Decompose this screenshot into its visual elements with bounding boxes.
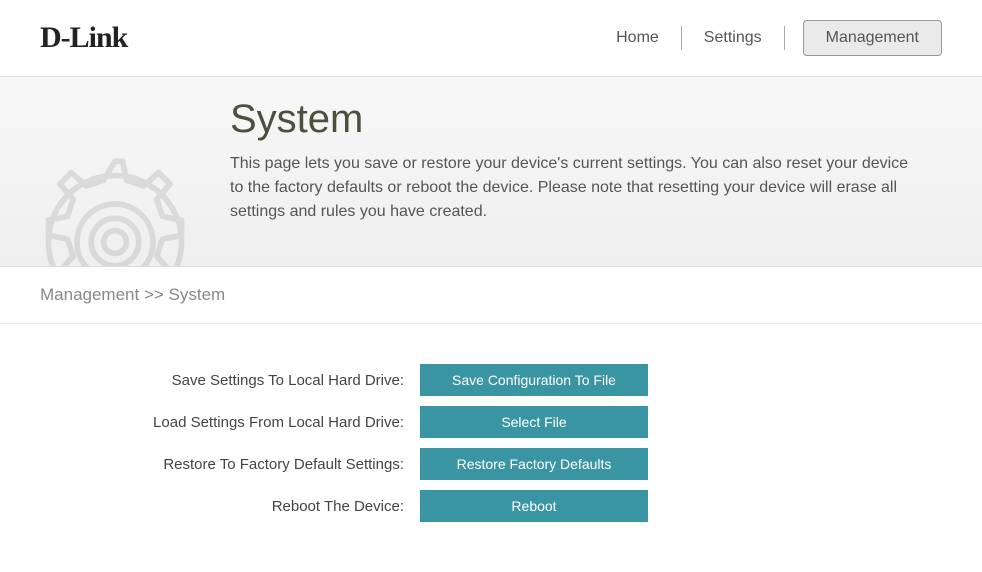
setting-row-save: Save Settings To Local Hard Drive: Save … <box>40 364 942 396</box>
hero: System This page lets you save or restor… <box>0 77 982 267</box>
setting-label: Save Settings To Local Hard Drive: <box>40 372 420 389</box>
nav-home[interactable]: Home <box>594 21 681 55</box>
setting-label: Restore To Factory Default Settings: <box>40 456 420 473</box>
save-configuration-button[interactable]: Save Configuration To File <box>420 364 648 396</box>
setting-label: Reboot The Device: <box>40 498 420 515</box>
page-description: This page lets you save or restore your … <box>230 152 910 224</box>
setting-row-restore: Restore To Factory Default Settings: Res… <box>40 448 942 480</box>
restore-factory-defaults-button[interactable]: Restore Factory Defaults <box>420 448 648 480</box>
header: D-Link Home Settings Management <box>0 0 982 77</box>
hero-content: System This page lets you save or restor… <box>230 97 942 224</box>
gear-icon <box>20 147 210 267</box>
setting-row-load: Load Settings From Local Hard Drive: Sel… <box>40 406 942 438</box>
nav-divider <box>784 26 785 50</box>
nav-settings[interactable]: Settings <box>682 21 784 55</box>
setting-label: Load Settings From Local Hard Drive: <box>40 414 420 431</box>
reboot-button[interactable]: Reboot <box>420 490 648 522</box>
page-title: System <box>230 97 942 142</box>
logo: D-Link <box>40 21 127 55</box>
settings-panel: Save Settings To Local Hard Drive: Save … <box>0 324 982 572</box>
breadcrumb: Management >> System <box>0 267 982 324</box>
nav: Home Settings Management <box>594 20 942 56</box>
nav-management[interactable]: Management <box>803 20 942 56</box>
select-file-button[interactable]: Select File <box>420 406 648 438</box>
setting-row-reboot: Reboot The Device: Reboot <box>40 490 942 522</box>
